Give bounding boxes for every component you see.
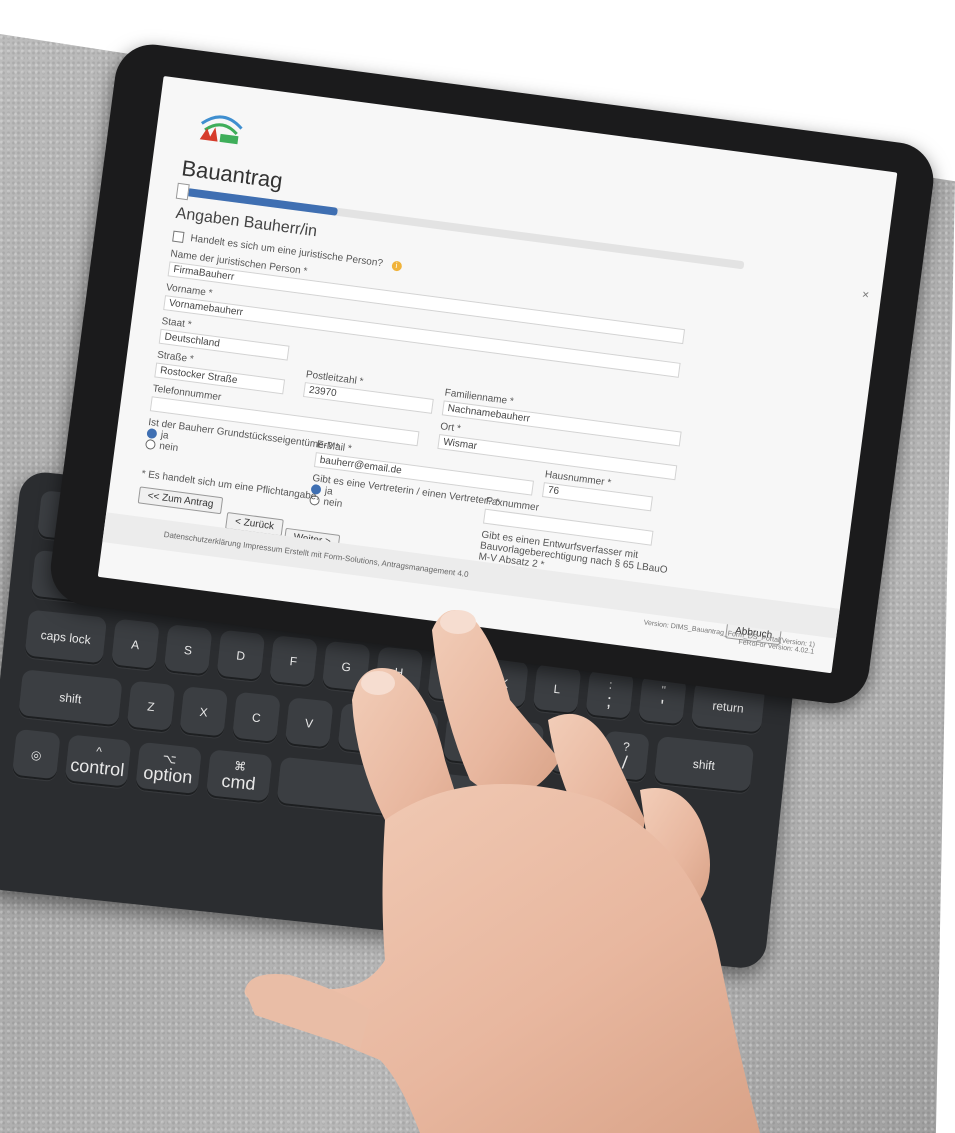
key-v[interactable]: V [284,697,334,750]
key-main-symbol: , [515,741,523,762]
key-d[interactable]: D [216,629,266,683]
owner-no-radio[interactable] [144,439,157,451]
key-z[interactable]: Z [126,680,176,733]
key-main-symbol: cmd [220,770,257,794]
key-option[interactable]: ⌥ option [135,741,202,797]
municipality-logo [199,115,243,145]
key-cmd[interactable]: ⌘ cmd [205,749,273,804]
key-main-symbol: . [568,746,576,768]
key-main-symbol: ' [659,695,665,717]
key-h[interactable]: H [374,646,424,699]
form-fields: Handelt es sich um eine juristische Pers… [137,230,868,646]
tablet-screen: Bauantrag Angaben Bauherr/in × Handelt e… [97,76,898,674]
to-application-button-wrap: << Zum Antrag [137,486,224,515]
key-shift-right[interactable]: shift [653,736,755,794]
key-x[interactable]: X [179,686,229,739]
key-globe[interactable]: ◎ [11,728,61,782]
tablet: Bauantrag Angaben Bauherr/in × Handelt e… [46,40,938,708]
key-s[interactable]: S [163,624,213,677]
key-punct[interactable]: >. [548,724,598,778]
key-main-symbol: control [69,754,126,781]
page-footer[interactable]: Datenschutzerklärung Impressum Erstellt … [102,512,840,639]
key-a[interactable]: A [110,618,160,671]
key-space[interactable] [276,756,541,832]
photo-scene: ~`!1@2#3$4%5^6&7*8(9)0_-+=delete tabQWER… [0,0,955,1133]
sidebar-toggle-button[interactable] [175,182,190,201]
key-punct[interactable]: <, [495,719,545,772]
juristic-checkbox[interactable] [172,230,185,243]
key-g[interactable]: G [321,640,371,694]
close-icon[interactable]: × [861,287,870,302]
key-k[interactable]: K [479,657,529,710]
key-c[interactable]: C [231,691,281,745]
key-caps-lock[interactable]: caps lock [24,609,108,666]
rep-no-label: nein [322,496,343,510]
owner-yes-radio[interactable] [146,428,158,440]
key-shift-left[interactable]: shift [18,669,123,728]
owner-no-label: nein [158,440,179,455]
key-j[interactable]: J [427,651,476,705]
key-m[interactable]: M [442,713,492,767]
to-application-button[interactable]: << Zum Antrag [137,486,224,515]
key-main-symbol: ; [605,690,613,711]
info-icon[interactable]: i [390,259,403,272]
key-f[interactable]: F [269,635,318,688]
key-punct[interactable]: ? / [600,730,650,783]
key-main-symbol: option [142,762,194,788]
key-b[interactable]: B [337,702,387,756]
key-main-symbol: / [621,752,629,773]
key-l[interactable]: L [532,662,582,716]
key-control[interactable]: ^ control [64,734,132,789]
key-n[interactable]: N [390,708,439,761]
